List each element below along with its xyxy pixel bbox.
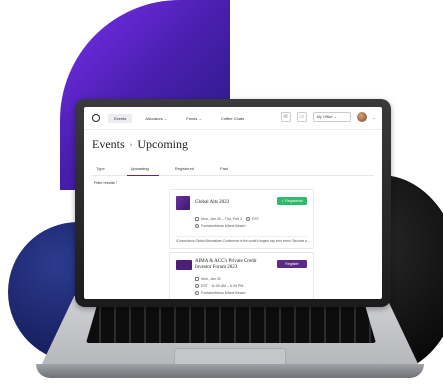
breadcrumb-upcoming: Upcoming xyxy=(137,137,189,151)
register-button[interactable]: Register xyxy=(277,260,307,268)
location-pin-icon xyxy=(195,291,199,295)
nav-events[interactable]: Events xyxy=(108,113,133,123)
nav-right-controls: ✉ ▭ My Office ⌄ ⌄ xyxy=(280,112,376,122)
event-tabs: Type Upcoming Registered Past xyxy=(92,163,374,176)
nav-allocators-label: Allocators xyxy=(145,115,163,121)
event-title[interactable]: Global Alts 2023 xyxy=(195,200,229,206)
tab-upcoming[interactable]: Upcoming xyxy=(126,163,159,176)
event-thumbnail xyxy=(176,260,192,270)
nav-coffee-chats[interactable]: Coffee Chats xyxy=(215,114,250,123)
event-title[interactable]: AIMA & ACC's Private Credit Investor For… xyxy=(195,259,261,271)
event-date: Mon, Jan 30 xyxy=(201,277,221,281)
laptop-base xyxy=(36,364,424,378)
avatar[interactable] xyxy=(356,112,367,122)
breadcrumb-events[interactable]: Events xyxy=(92,137,125,152)
event-timezone: EST xyxy=(252,217,260,221)
event-description: iConnections Global Alternatives Confere… xyxy=(176,239,310,243)
nav-allocators[interactable]: Allocators ⌄ xyxy=(139,114,173,123)
breadcrumb-separator: › xyxy=(129,140,133,149)
filter-icon: ⫶ xyxy=(115,181,117,185)
filter-label: Filter results xyxy=(94,181,115,185)
event-date-row: Mon, Jan 30 – Thu, Feb 2 EST xyxy=(195,217,259,221)
app-logo-icon[interactable] xyxy=(92,114,100,122)
hero-illustration: Events Allocators ⌄ Funds ⌄ Coffee Chats… xyxy=(0,0,443,390)
mail-icon[interactable]: ✉ xyxy=(280,112,291,122)
event-card[interactable]: AIMA & ACC's Private Credit Investor For… xyxy=(169,252,314,299)
event-location: Fontainebleau Miami Beach xyxy=(201,224,246,228)
tab-past[interactable]: Past xyxy=(216,163,238,175)
registered-button[interactable]: ✓ Registered xyxy=(277,197,307,205)
laptop-screen: Events Allocators ⌄ Funds ⌄ Coffee Chats… xyxy=(84,107,382,299)
chat-icon[interactable]: ▭ xyxy=(296,112,307,122)
event-location-row: Fontainebleau Miami Beach xyxy=(195,291,246,295)
top-navigation: Events Allocators ⌄ Funds ⌄ Coffee Chats… xyxy=(84,107,382,130)
event-thumbnail xyxy=(176,196,190,210)
chevron-down-icon: ⌄ xyxy=(163,115,168,121)
clock-icon xyxy=(246,217,251,221)
nav-funds[interactable]: Funds ⌄ xyxy=(180,114,208,123)
chevron-down-icon: ⌄ xyxy=(198,115,202,121)
calendar-icon xyxy=(195,277,199,281)
page-title: Events › Upcoming xyxy=(92,137,188,152)
event-time-row: EST · 11:00 AM – 6:30 PM xyxy=(195,284,243,288)
event-card[interactable]: Global Alts 2023 ✓ Registered Mon, Jan 3… xyxy=(169,189,314,249)
event-date-row: Mon, Jan 30 xyxy=(195,277,221,281)
tab-type[interactable]: Type xyxy=(92,163,115,175)
clock-icon xyxy=(195,284,199,288)
location-pin-icon xyxy=(195,224,199,228)
nav-funds-label: Funds xyxy=(186,115,198,121)
chevron-down-icon: ⌄ xyxy=(333,114,338,119)
event-time: EST · 11:00 AM – 6:30 PM xyxy=(201,284,244,288)
office-switcher[interactable]: My Office ⌄ xyxy=(312,112,351,122)
event-location: Fontainebleau Miami Beach xyxy=(201,291,246,295)
office-label: My Office xyxy=(316,115,333,119)
calendar-icon xyxy=(195,217,199,221)
event-location-row: Fontainebleau Miami Beach xyxy=(195,224,246,228)
event-date: Mon, Jan 30 – Thu, Feb 2 xyxy=(201,217,243,221)
card-divider xyxy=(176,236,307,237)
tab-registered[interactable]: Registered xyxy=(171,163,204,175)
chevron-down-icon[interactable]: ⌄ xyxy=(373,115,376,120)
laptop-keyboard xyxy=(86,303,376,343)
filter-results-link[interactable]: Filter results ⫶ xyxy=(94,181,117,185)
